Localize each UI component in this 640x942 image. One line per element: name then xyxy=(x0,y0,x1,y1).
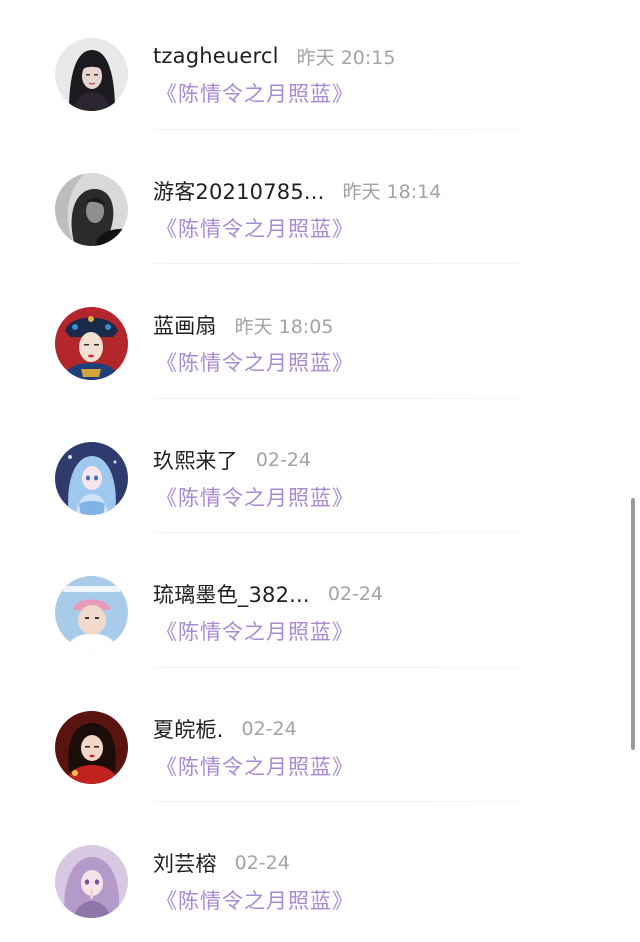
list-item[interactable]: 夏皖栀. 02-24 《陈情令之月照蓝》 xyxy=(0,673,640,808)
qing-lady-portrait-icon xyxy=(55,307,128,380)
scrollbar[interactable] xyxy=(631,498,635,750)
divider xyxy=(153,397,520,399)
work-title-link[interactable]: 《陈情令之月照蓝》 xyxy=(156,482,354,512)
avatar[interactable] xyxy=(55,307,128,380)
list-item[interactable]: 刘芸榕 02-24 《陈情令之月照蓝》 xyxy=(0,807,640,942)
divider xyxy=(153,801,520,802)
avatar[interactable] xyxy=(55,710,128,784)
list-item[interactable]: 游客20210785... 昨天 18:14 《陈情令之月照蓝》 xyxy=(0,135,640,270)
timestamp: 02-24 xyxy=(241,717,297,740)
work-title-link[interactable]: 《陈情令之月照蓝》 xyxy=(156,885,354,915)
timestamp: 昨天 20:15 xyxy=(296,46,396,69)
username[interactable]: 蓝画扇 xyxy=(153,310,217,340)
work-title-link[interactable]: 《陈情令之月照蓝》 xyxy=(156,616,354,646)
child-sky-photo-icon xyxy=(55,576,128,649)
timestamp: 昨天 18:05 xyxy=(234,315,334,338)
work-title-link[interactable]: 《陈情令之月照蓝》 xyxy=(156,78,354,108)
username[interactable]: 琉璃墨色_382... xyxy=(153,579,310,609)
timestamp: 02-24 xyxy=(234,852,290,874)
work-title-link[interactable]: 《陈情令之月照蓝》 xyxy=(156,347,354,377)
work-title-link[interactable]: 《陈情令之月照蓝》 xyxy=(156,751,354,781)
username[interactable]: 夏皖栀. xyxy=(153,714,223,744)
list-item[interactable]: tzagheuercl 昨天 20:15 《陈情令之月照蓝》 xyxy=(0,0,640,135)
divider xyxy=(153,532,520,533)
divider xyxy=(153,666,520,668)
timestamp: 02-24 xyxy=(327,583,384,605)
list-item[interactable]: 蓝画扇 昨天 18:05 《陈情令之月照蓝》 xyxy=(0,269,640,404)
avatar[interactable] xyxy=(55,845,128,918)
divider xyxy=(153,263,520,264)
username[interactable]: tzagheuercl xyxy=(153,44,279,68)
comment-list: tzagheuercl 昨天 20:15 《陈情令之月照蓝》 游客2021078… xyxy=(0,0,640,942)
woman-dark-hair-icon xyxy=(55,38,128,111)
username[interactable]: 游客20210785... xyxy=(153,176,325,206)
avatar[interactable] xyxy=(55,172,128,246)
work-title-link[interactable]: 《陈情令之月照蓝》 xyxy=(156,213,354,243)
username[interactable]: 玖熙来了 xyxy=(153,445,238,475)
list-item[interactable]: 琉璃墨色_382... 02-24 《陈情令之月照蓝》 xyxy=(0,538,640,673)
timestamp: 02-24 xyxy=(255,448,312,471)
avatar[interactable] xyxy=(55,576,128,649)
monochrome-portrait-icon xyxy=(55,172,128,246)
anime-blue-girl-icon xyxy=(55,441,128,515)
list-item[interactable]: 玖熙来了 02-24 《陈情令之月照蓝》 xyxy=(0,404,640,539)
avatar[interactable] xyxy=(55,38,128,111)
girl-red-outfit-icon xyxy=(55,710,128,784)
username[interactable]: 刘芸榕 xyxy=(153,848,217,878)
anime-pink-girl-icon xyxy=(55,845,128,918)
timestamp: 昨天 18:14 xyxy=(342,181,442,203)
avatar[interactable] xyxy=(55,441,128,515)
divider xyxy=(153,128,520,130)
